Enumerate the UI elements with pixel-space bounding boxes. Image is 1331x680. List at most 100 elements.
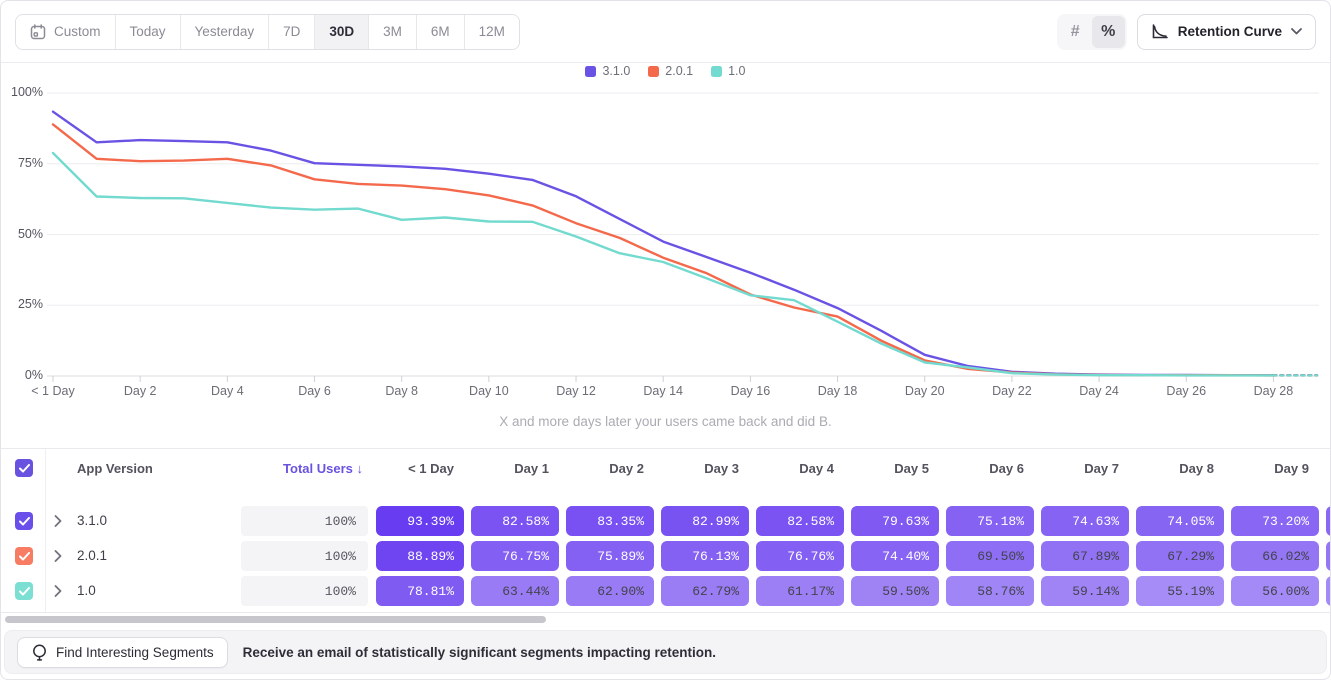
absolute-numbers-button[interactable]: # [1059, 16, 1092, 48]
table-bottom-border [1, 612, 1330, 613]
total-users-cell: 100% [241, 506, 368, 536]
calendar-icon [30, 24, 46, 40]
chart-type-dropdown[interactable]: Retention Curve [1137, 14, 1316, 50]
retention-cell[interactable]: 61.17% [756, 576, 844, 606]
date-range-yesterday[interactable]: Yesterday [180, 15, 269, 49]
retention-line-2.0.1[interactable] [53, 124, 1273, 375]
retention-cell[interactable]: 62.90% [566, 576, 654, 606]
column-header-day5[interactable]: Day 5 [851, 461, 929, 476]
retention-cell[interactable]: 62.79% [661, 576, 749, 606]
table-top-border [1, 448, 1330, 449]
horizontal-scrollbar-thumb[interactable] [5, 616, 546, 623]
row-checkbox-2.0.1[interactable] [15, 547, 33, 565]
column-header-day3[interactable]: Day 3 [661, 461, 739, 476]
x-tick-label: Day 16 [731, 384, 771, 398]
chart-caption: X and more days later your users came ba… [1, 414, 1330, 429]
date-range-label: 6M [431, 24, 450, 39]
column-header-day7[interactable]: Day 7 [1041, 461, 1119, 476]
retention-cell-clipped[interactable] [1326, 541, 1331, 571]
column-header-1day[interactable]: < 1 Day [376, 461, 454, 476]
retention-cell[interactable]: 83.35% [566, 506, 654, 536]
date-range-6m[interactable]: 6M [416, 15, 464, 49]
x-tick-label: Day 26 [1166, 384, 1206, 398]
expand-chevron-2.0.1[interactable] [54, 550, 62, 562]
lightbulb-icon [31, 644, 48, 661]
date-range-12m[interactable]: 12M [464, 15, 519, 49]
retention-cell[interactable]: 55.19% [1136, 576, 1224, 606]
retention-cell[interactable]: 79.63% [851, 506, 939, 536]
retention-cell[interactable]: 74.40% [851, 541, 939, 571]
retention-line-1.0[interactable] [53, 153, 1273, 375]
retention-cell[interactable]: 59.14% [1041, 576, 1129, 606]
expand-chevron-1.0[interactable] [54, 585, 62, 597]
retention-cell[interactable]: 82.99% [661, 506, 749, 536]
retention-cell[interactable]: 73.20% [1231, 506, 1319, 536]
retention-line-3.1.0[interactable] [53, 112, 1273, 376]
select-all-checkbox[interactable] [15, 459, 33, 477]
date-range-today[interactable]: Today [115, 15, 180, 49]
retention-cell[interactable]: 93.39% [376, 506, 464, 536]
find-interesting-segments-button[interactable]: Find Interesting Segments [17, 637, 228, 668]
app-version-label: 1.0 [77, 583, 96, 598]
retention-cell[interactable]: 75.18% [946, 506, 1034, 536]
date-range-30d[interactable]: 30D [314, 15, 368, 49]
y-tick-label: 50% [7, 227, 43, 241]
column-header-day6[interactable]: Day 6 [946, 461, 1024, 476]
chart-type-label: Retention Curve [1178, 24, 1282, 39]
retention-cell-clipped[interactable] [1326, 576, 1331, 606]
x-tick-label: Day 28 [1254, 384, 1294, 398]
date-range-7d[interactable]: 7D [268, 15, 314, 49]
retention-cell[interactable]: 56.00% [1231, 576, 1319, 606]
row-checkbox-3.1.0[interactable] [15, 512, 33, 530]
expand-chevron-3.1.0[interactable] [54, 515, 62, 527]
x-tick-label: Day 18 [818, 384, 858, 398]
retention-cell[interactable]: 67.89% [1041, 541, 1129, 571]
app-version-label: 3.1.0 [77, 513, 107, 528]
column-header-day1[interactable]: Day 1 [471, 461, 549, 476]
x-tick-label: Day 10 [469, 384, 509, 398]
retention-cell-clipped[interactable] [1326, 506, 1331, 536]
table-vertical-divider [45, 449, 46, 612]
column-header-app-version[interactable]: App Version [77, 461, 153, 476]
date-range-label: Today [130, 24, 166, 39]
retention-cell[interactable]: 74.05% [1136, 506, 1224, 536]
date-range-3m[interactable]: 3M [368, 15, 416, 49]
retention-cell[interactable]: 67.29% [1136, 541, 1224, 571]
retention-cell[interactable]: 66.02% [1231, 541, 1319, 571]
column-header-day2[interactable]: Day 2 [566, 461, 644, 476]
retention-cell[interactable]: 76.76% [756, 541, 844, 571]
retention-report-card: Custom Today Yesterday 7D 30D 3M 6M 12M # % Ret… [0, 0, 1331, 680]
x-tick-label: Day 20 [905, 384, 945, 398]
date-range-label: 7D [283, 24, 300, 39]
x-tick-label: Day 8 [385, 384, 418, 398]
retention-cell[interactable]: 82.58% [756, 506, 844, 536]
row-checkbox-1.0[interactable] [15, 582, 33, 600]
retention-cell[interactable]: 82.58% [471, 506, 559, 536]
retention-chart [1, 63, 1331, 408]
date-range-custom[interactable]: Custom [16, 15, 115, 49]
retention-cell[interactable]: 59.50% [851, 576, 939, 606]
date-range-label: 30D [329, 24, 354, 39]
toolbar-right: # % Retention Curve [1057, 14, 1316, 50]
retention-cell[interactable]: 75.89% [566, 541, 654, 571]
percent-button[interactable]: % [1092, 16, 1125, 48]
retention-cell[interactable]: 69.50% [946, 541, 1034, 571]
date-range-label: Custom [54, 24, 101, 39]
column-header-day4[interactable]: Day 4 [756, 461, 834, 476]
retention-cell[interactable]: 76.13% [661, 541, 749, 571]
retention-curve-icon [1151, 24, 1169, 40]
total-users-cell: 100% [241, 541, 368, 571]
retention-cell[interactable]: 58.76% [946, 576, 1034, 606]
column-header-day8[interactable]: Day 8 [1136, 461, 1214, 476]
retention-cell[interactable]: 78.81% [376, 576, 464, 606]
retention-cell[interactable]: 76.75% [471, 541, 559, 571]
retention-cell[interactable]: 74.63% [1041, 506, 1129, 536]
retention-cell[interactable]: 63.44% [471, 576, 559, 606]
column-header-day9[interactable]: Day 9 [1231, 461, 1309, 476]
column-header-total-users[interactable]: Total Users ↓ [241, 461, 363, 476]
x-tick-label: Day 6 [298, 384, 331, 398]
x-tick-label: Day 24 [1079, 384, 1119, 398]
x-tick-label: Day 2 [124, 384, 157, 398]
y-tick-label: 75% [7, 156, 43, 170]
retention-cell[interactable]: 88.89% [376, 541, 464, 571]
